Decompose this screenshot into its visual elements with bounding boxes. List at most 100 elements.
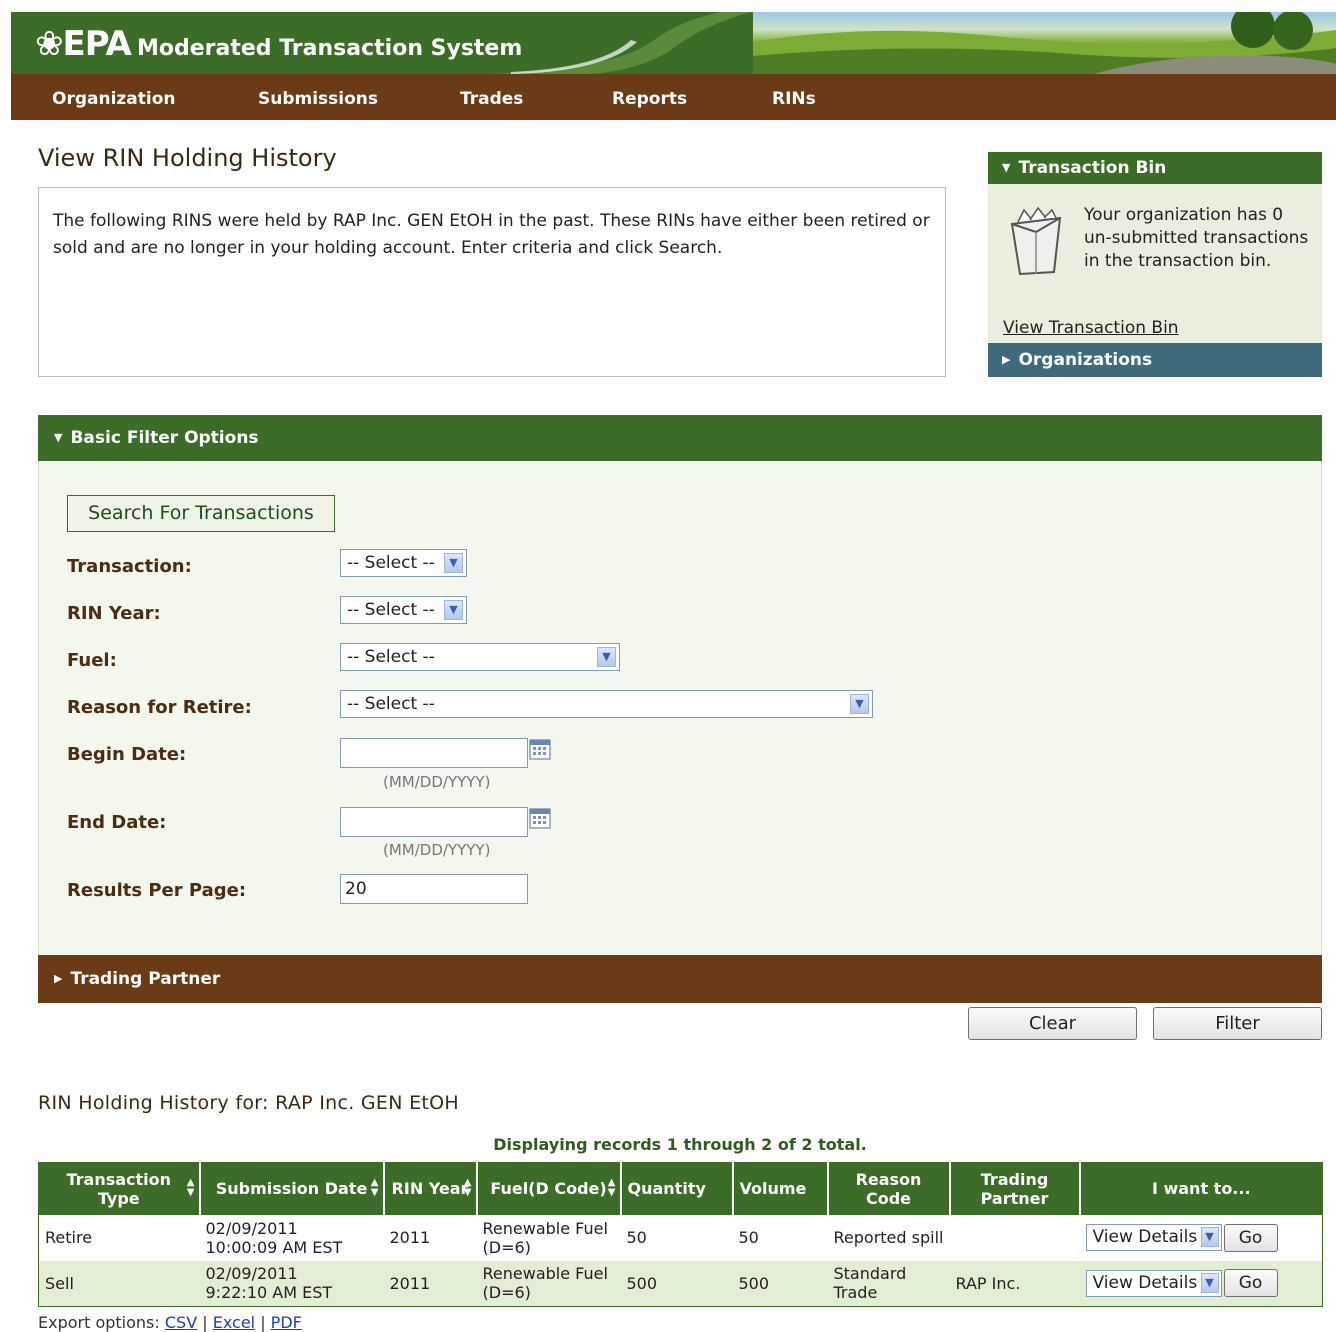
col-rin-year[interactable]: RIN Year ▲ ▼ [383, 1162, 478, 1215]
sort-icon[interactable]: ▲ ▼ [464, 1178, 472, 1198]
organizations-title: Organizations [1018, 350, 1153, 370]
cell-date: 02/09/2011 [205, 1264, 298, 1284]
action-select-value: View Details [1092, 1272, 1198, 1293]
nav-rins[interactable]: RINs [772, 89, 816, 109]
end-date-input[interactable] [340, 807, 528, 837]
col-volume: Volume [732, 1162, 829, 1215]
transaction-select[interactable]: -- Select -- ▼ [340, 549, 467, 577]
cell-fuel: Renewable Fuel (D=6) [482, 1218, 608, 1257]
organizations-title-wrap: ▶ Organizations [1002, 350, 1152, 370]
action-select-value: View Details [1092, 1227, 1198, 1247]
cell-transaction-type: Retire [45, 1228, 93, 1247]
reason-for-retire-select[interactable]: -- Select -- ▼ [340, 690, 873, 718]
begin-date-input[interactable] [340, 738, 528, 768]
sort-icon[interactable]: ▲ ▼ [608, 1178, 616, 1198]
export-csv-link[interactable]: CSV [165, 1313, 197, 1332]
transaction-label: Transaction: [67, 556, 192, 577]
page-title: View RIN Holding History [38, 144, 337, 172]
bin-icon [1010, 206, 1062, 276]
col-quantity: Quantity [620, 1162, 734, 1215]
organizations-header[interactable]: ▶ Organizations [988, 343, 1322, 377]
nav-organization[interactable]: Organization [52, 89, 176, 109]
transaction-bin-title-wrap: ▼ Transaction Bin [1002, 158, 1166, 178]
trading-partner-header[interactable]: ▶ Trading Partner [38, 955, 1322, 1003]
main-nav: Organization Submissions Trades Reports … [11, 74, 1336, 120]
filter-button[interactable]: Filter [1153, 1007, 1322, 1040]
action-select[interactable]: View Details ▼ [1085, 1269, 1222, 1297]
view-transaction-bin-link[interactable]: View Transaction Bin [1003, 318, 1179, 338]
table-row: Sell 02/09/2011 9:22:10 AM EST 2011 Renew… [38, 1260, 1323, 1307]
col-transaction-type[interactable]: Transaction Type ▲ ▼ [38, 1162, 201, 1215]
basic-filter-title-wrap: ▼ Basic Filter Options [54, 428, 259, 448]
results-per-page-label: Results Per Page: [67, 880, 247, 901]
transaction-bin-message: Your organization has 0 un-submitted tra… [1084, 205, 1309, 271]
nav-submissions[interactable]: Submissions [258, 89, 378, 109]
export-label: Export options: [38, 1313, 160, 1332]
header-landscape-image [753, 12, 1336, 74]
cell-transaction-type: Sell [38, 1260, 200, 1307]
export-excel-link[interactable]: Excel [213, 1313, 255, 1332]
results-per-page-input[interactable]: 20 [340, 874, 528, 904]
nav-trades[interactable]: Trades [460, 89, 523, 109]
nav-reports[interactable]: Reports [612, 89, 687, 109]
chevron-down-icon: ▼ [1200, 1227, 1219, 1247]
export-options: Export options: CSV | Excel | PDF [38, 1313, 302, 1332]
col-rin-year-label: RIN Year [391, 1179, 469, 1199]
triangle-down-icon: ▼ [54, 431, 63, 444]
col-reason-code-label: Reason Code [855, 1169, 922, 1208]
reason-select-value: -- Select -- [347, 694, 435, 714]
transaction-bin-panel: Your organization has 0 un-submitted tra… [988, 184, 1322, 344]
cell-rin-year: 2011 [389, 1228, 431, 1247]
end-date-label: End Date: [67, 812, 167, 833]
col-submission-date[interactable]: Submission Date ▲ ▼ [199, 1162, 385, 1215]
triangle-right-icon: ▶ [1002, 353, 1011, 366]
sort-icon[interactable]: ▲ ▼ [371, 1178, 379, 1198]
cell-reason: Reported spill [833, 1228, 944, 1247]
chevron-down-icon: ▼ [1200, 1272, 1219, 1293]
col-i-want-to-label: I want to... [1151, 1179, 1251, 1199]
table-header-row: Transaction Type ▲ ▼ Submission Date ▲ ▼ RIN… [38, 1162, 1323, 1215]
cell-action: View Details ▼ Go [1079, 1260, 1323, 1307]
go-button[interactable]: Go [1223, 1223, 1278, 1252]
basic-filter-title: Basic Filter Options [70, 428, 259, 448]
site-header: ❀EPA Moderated Transaction System [11, 12, 1336, 74]
cell-submission-date: 02/09/2011 9:22:10 AM EST [199, 1260, 384, 1307]
chevron-down-icon: ▼ [444, 600, 463, 620]
col-trading-partner: Trading Partner [949, 1162, 1081, 1215]
trading-partner-title: Trading Partner [70, 969, 221, 989]
col-submission-date-label: Submission Date [215, 1179, 368, 1199]
epa-logo[interactable]: ❀EPA [35, 24, 132, 64]
cell-date: 02/09/2011 [205, 1218, 298, 1238]
transaction-bin-header[interactable]: ▼ Transaction Bin [988, 152, 1322, 184]
cell-time: 10:00:09 AM EST [205, 1237, 343, 1257]
col-fuel-code-label: Fuel(D Code) [490, 1179, 607, 1199]
export-pdf-link[interactable]: PDF [271, 1313, 302, 1332]
cell-quantity: 50 [626, 1228, 647, 1247]
search-for-transactions-button[interactable]: Search For Transactions [67, 495, 335, 532]
cell-time: 9:22:10 AM EST [205, 1283, 333, 1303]
trading-partner-title-wrap: ▶ Trading Partner [54, 969, 220, 989]
cell-volume: 50 [738, 1228, 759, 1247]
clear-button[interactable]: Clear [968, 1007, 1137, 1040]
fuel-label: Fuel: [67, 650, 117, 671]
rin-year-label: RIN Year: [67, 603, 161, 624]
calendar-icon[interactable] [529, 738, 551, 760]
table-row: Retire 02/09/2011 10:00:09 AM EST 2011 Re… [39, 1215, 1323, 1261]
action-select[interactable]: View Details ▼ [1085, 1224, 1222, 1251]
sort-icon[interactable]: ▲ ▼ [187, 1178, 195, 1198]
chevron-down-icon: ▼ [444, 553, 463, 573]
basic-filter-header[interactable]: ▼ Basic Filter Options [38, 415, 1322, 461]
reason-for-retire-label: Reason for Retire: [67, 697, 252, 718]
rin-year-select[interactable]: -- Select -- ▼ [340, 596, 467, 624]
cell-submission-date: 02/09/2011 10:00:09 AM EST [200, 1215, 384, 1261]
chevron-down-icon: ▼ [850, 694, 869, 714]
col-trading-partner-label: Trading Partner [980, 1169, 1049, 1208]
col-reason-code: Reason Code [827, 1162, 951, 1215]
col-fuel-code[interactable]: Fuel(D Code) ▲ ▼ [476, 1162, 622, 1215]
cell-partner: RAP Inc. [949, 1260, 1080, 1307]
cell-partner [950, 1215, 1080, 1261]
calendar-icon[interactable] [529, 807, 551, 829]
fuel-select[interactable]: -- Select -- ▼ [340, 643, 620, 671]
go-button[interactable]: Go [1223, 1269, 1278, 1298]
cell-action: View Details ▼ Go [1080, 1215, 1323, 1261]
